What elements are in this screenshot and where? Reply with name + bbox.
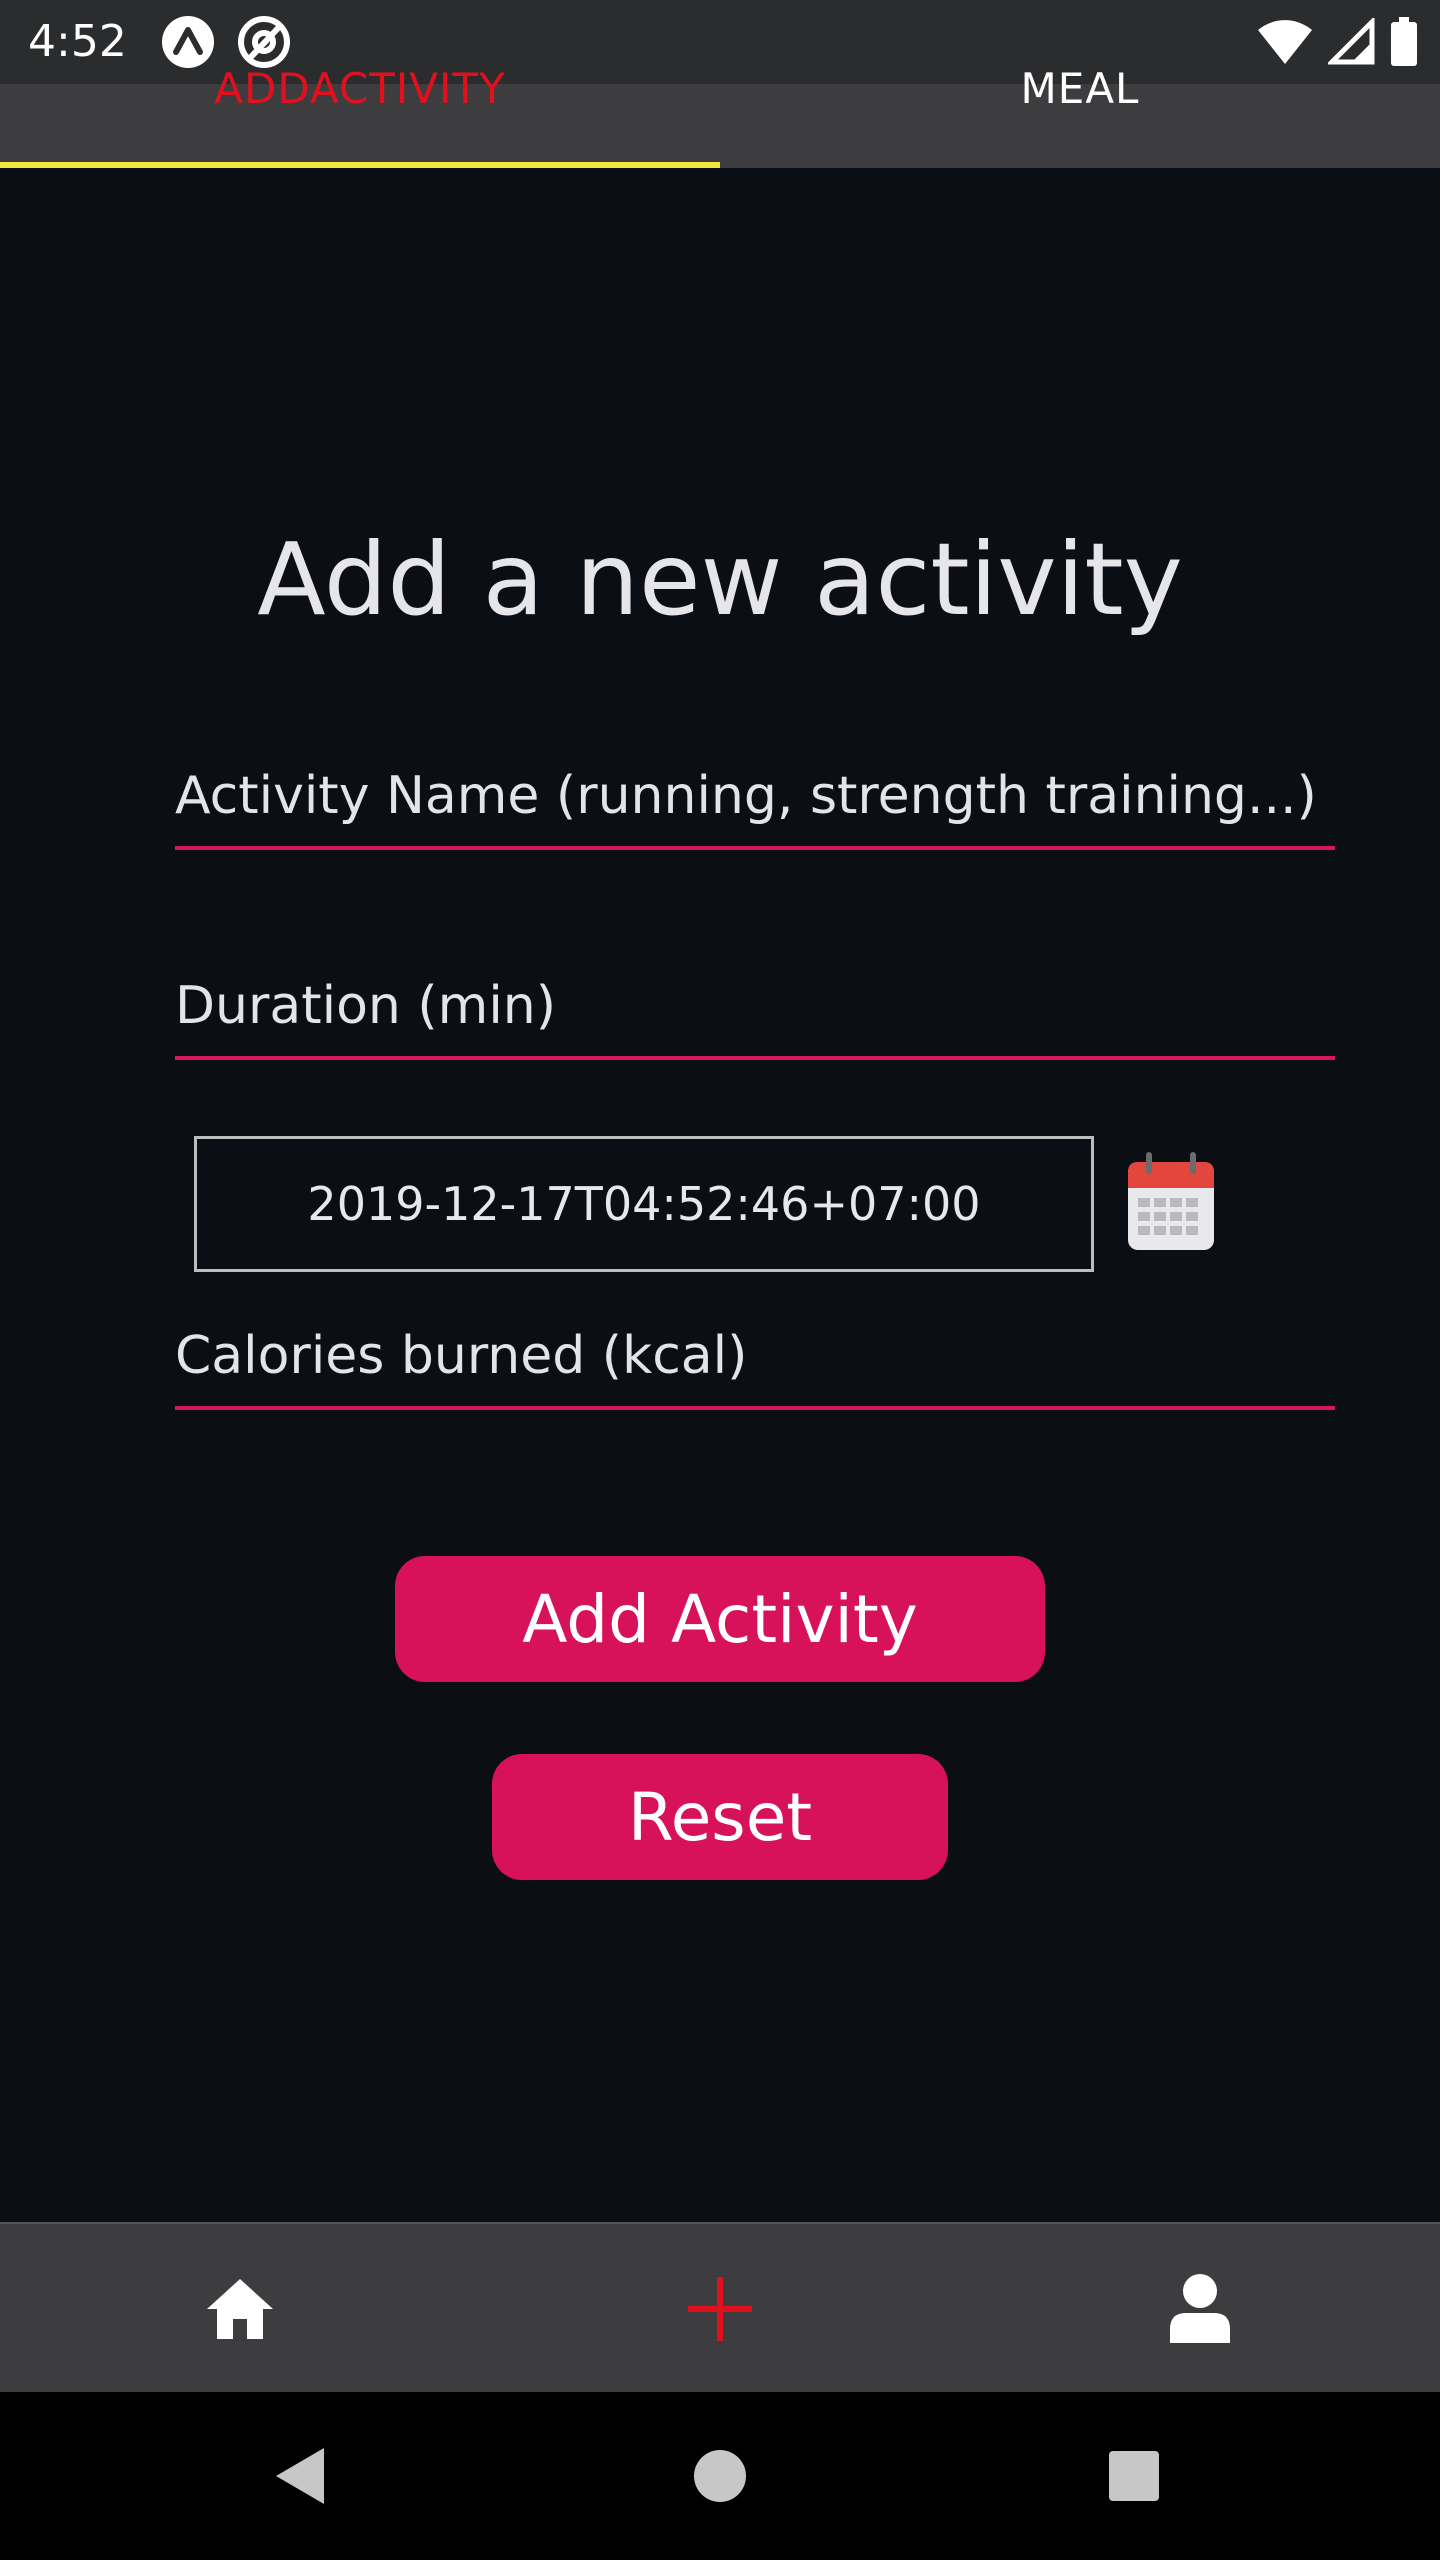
status-time: 4:52: [28, 16, 127, 67]
recents-icon: [1109, 2451, 1159, 2501]
reset-button[interactable]: Reset: [492, 1754, 948, 1880]
tab-meal[interactable]: MEAL: [720, 64, 1440, 168]
home-circle-icon: [694, 2450, 746, 2502]
tab-addactivity-label: ADDACTIVITY: [214, 64, 506, 113]
plus-icon: [688, 2277, 752, 2341]
calendar-icon[interactable]: [1126, 1152, 1216, 1252]
user-icon: [1170, 2274, 1230, 2343]
back-icon: [276, 2448, 324, 2504]
expo-icon: [162, 16, 214, 68]
bottom-nav: [0, 2222, 1440, 2394]
at-sign-icon: [238, 16, 290, 68]
date-picker-field[interactable]: 2019-12-17T04:52:46+07:00: [194, 1136, 1094, 1272]
home-icon: [207, 2279, 273, 2339]
status-right-icons: [1256, 14, 1418, 70]
nav-add[interactable]: [480, 2224, 960, 2394]
duration-underline: [175, 1056, 1335, 1060]
system-back-button[interactable]: [200, 2392, 400, 2560]
activity-name-input[interactable]: [175, 756, 1335, 836]
calories-field: [175, 1316, 1335, 1410]
calories-underline: [175, 1406, 1335, 1410]
nav-home[interactable]: [0, 2224, 480, 2394]
calories-input[interactable]: [175, 1316, 1335, 1396]
screen: 4:52 ADDACTIVITY MEAL Add a new activity…: [0, 0, 1440, 2560]
signal-icon: [1328, 18, 1375, 65]
tab-active-indicator: [0, 162, 720, 168]
top-tabs: ADDACTIVITY MEAL: [0, 64, 1440, 168]
duration-field: [175, 966, 1335, 1060]
duration-input[interactable]: [175, 966, 1335, 1046]
tab-meal-label: MEAL: [1020, 64, 1140, 113]
page-title: Add a new activity: [257, 521, 1183, 638]
wifi-icon: [1258, 20, 1312, 64]
system-home-button[interactable]: [620, 2392, 820, 2560]
tab-addactivity[interactable]: ADDACTIVITY: [0, 64, 720, 168]
nav-profile[interactable]: [960, 2224, 1440, 2394]
date-value: 2019-12-17T04:52:46+07:00: [307, 1177, 981, 1231]
system-recents-button[interactable]: [1034, 2392, 1234, 2560]
system-nav: [0, 2392, 1440, 2560]
add-activity-button[interactable]: Add Activity: [395, 1556, 1045, 1682]
battery-icon: [1391, 17, 1417, 66]
activity-name-underline: [175, 846, 1335, 850]
activity-name-field: [175, 756, 1335, 850]
